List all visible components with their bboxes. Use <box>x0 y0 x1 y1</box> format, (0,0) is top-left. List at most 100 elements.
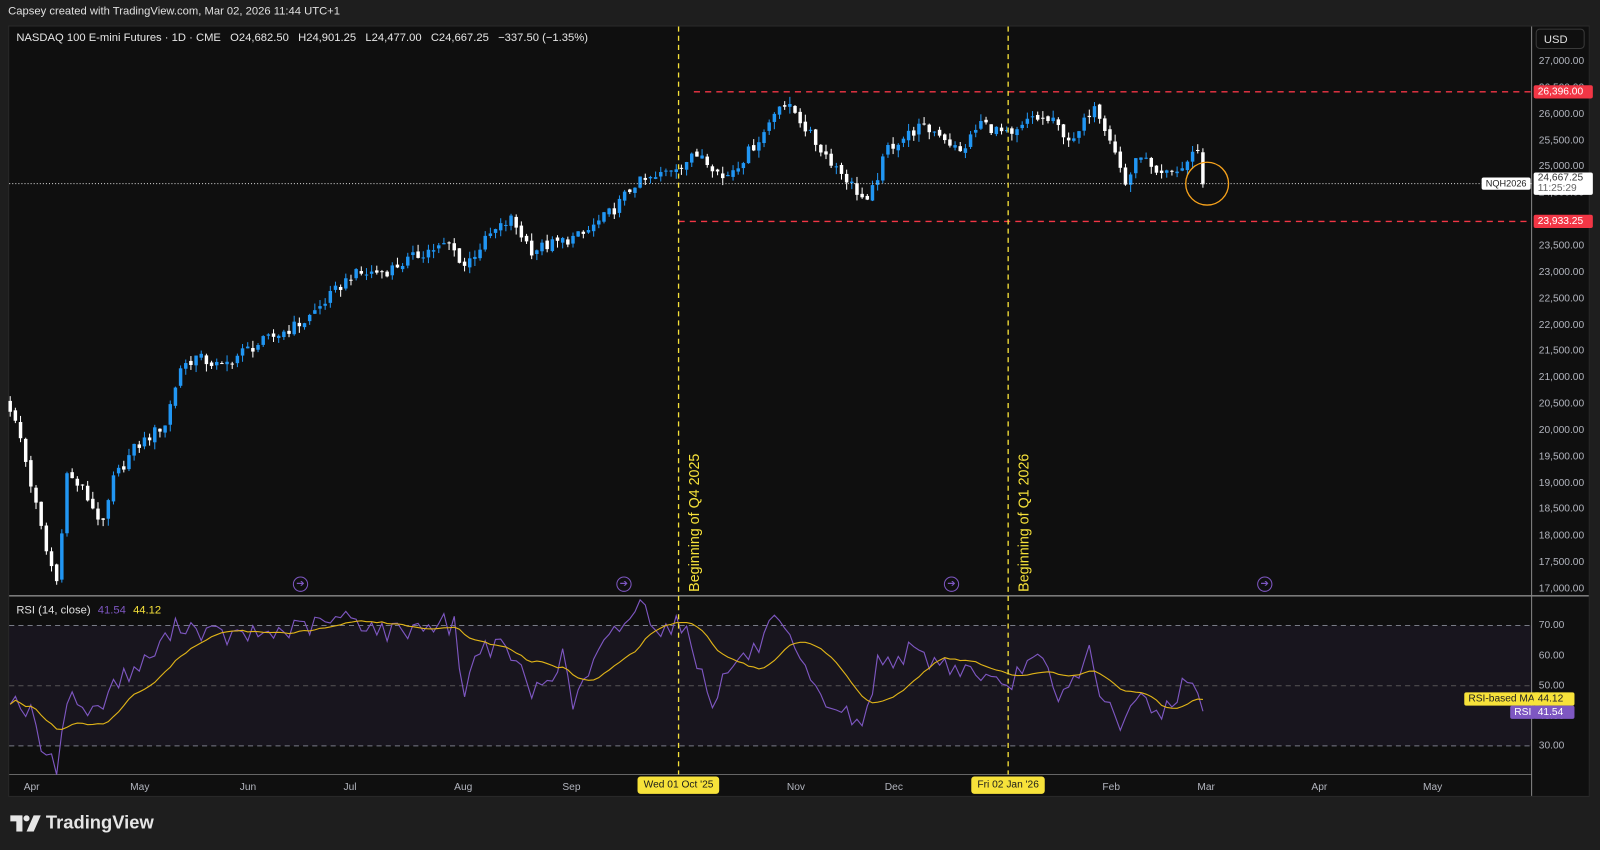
candle-bearish[interactable] <box>1097 104 1102 119</box>
candle-bearish[interactable] <box>679 167 684 169</box>
candle-bullish[interactable] <box>1072 138 1076 141</box>
candle-bullish[interactable] <box>994 126 999 135</box>
candle-bearish[interactable] <box>927 124 931 133</box>
candle-bullish[interactable] <box>199 353 203 358</box>
chart-plot[interactable] <box>0 0 1600 850</box>
candle-bullish[interactable] <box>653 177 658 179</box>
candle-bullish[interactable] <box>607 208 611 215</box>
candle-bullish[interactable] <box>168 404 172 425</box>
candle-bearish[interactable] <box>13 410 18 421</box>
candle-bearish[interactable] <box>989 124 993 134</box>
candle-bearish[interactable] <box>715 169 720 172</box>
candle-bearish[interactable] <box>209 362 214 366</box>
candle-bearish[interactable] <box>1061 124 1066 138</box>
candle-bullish[interactable] <box>669 170 673 172</box>
candle-bearish[interactable] <box>85 485 90 501</box>
candle-bullish[interactable] <box>163 425 167 433</box>
candle-bearish[interactable] <box>1035 114 1040 120</box>
candle-bullish[interactable] <box>406 256 410 266</box>
candle-bullish[interactable] <box>411 252 415 256</box>
q4-annotation[interactable]: Beginning of Q4 2025 <box>686 454 702 592</box>
candle-bearish[interactable] <box>447 242 451 244</box>
candle-bullish[interactable] <box>214 361 219 366</box>
candle-bullish[interactable] <box>65 473 69 534</box>
candle-bullish[interactable] <box>473 256 477 259</box>
candle-bullish[interactable] <box>767 122 771 131</box>
candle-bullish[interactable] <box>478 249 482 259</box>
candle-bearish[interactable] <box>1159 170 1164 174</box>
candle-bullish[interactable] <box>240 348 245 356</box>
candle-bullish[interactable] <box>328 290 333 303</box>
candle-bearish[interactable] <box>204 355 209 365</box>
candle-bearish[interactable] <box>395 264 400 268</box>
candle-bearish[interactable] <box>230 363 234 365</box>
candle-bullish[interactable] <box>741 163 746 169</box>
candle-bullish[interactable] <box>178 368 183 386</box>
candle-bearish[interactable] <box>813 129 818 145</box>
candle-bearish[interactable] <box>80 484 85 486</box>
candle-bullish[interactable] <box>60 533 64 580</box>
candle-bullish[interactable] <box>1092 106 1097 118</box>
candle-bullish[interactable] <box>602 212 606 222</box>
q1-annotation[interactable]: Beginning of Q1 2026 <box>1015 454 1031 592</box>
candle-bearish[interactable] <box>824 151 828 155</box>
candle-bearish[interactable] <box>251 347 255 352</box>
candle-bullish[interactable] <box>901 138 906 143</box>
candle-bullish[interactable] <box>111 475 116 502</box>
candle-bullish[interactable] <box>953 145 957 148</box>
candle-bullish[interactable] <box>142 437 147 447</box>
candle-bullish[interactable] <box>684 162 689 170</box>
candle-bullish[interactable] <box>648 176 653 179</box>
candle-bullish[interactable] <box>540 242 544 252</box>
candle-bearish[interactable] <box>912 130 916 136</box>
candle-bullish[interactable] <box>560 238 565 243</box>
candle-bullish[interactable] <box>1180 168 1184 171</box>
candle-bearish[interactable] <box>855 183 859 195</box>
candle-bullish[interactable] <box>364 274 369 276</box>
candle-bullish[interactable] <box>333 285 338 290</box>
candle-bearish[interactable] <box>1066 137 1071 141</box>
candle-bearish[interactable] <box>122 466 126 470</box>
candle-bullish[interactable] <box>1165 170 1169 173</box>
candle-bullish[interactable] <box>1025 118 1030 124</box>
contract-roll-icon[interactable]: ➔ <box>943 576 960 592</box>
candle-bullish[interactable] <box>638 176 642 188</box>
candle-bullish[interactable] <box>467 258 472 268</box>
candle-bearish[interactable] <box>18 422 23 439</box>
candle-bearish[interactable] <box>948 139 952 146</box>
candle-bullish[interactable] <box>313 310 317 314</box>
candle-bearish[interactable] <box>705 156 709 166</box>
candle-bearish[interactable] <box>287 330 291 334</box>
candle-bullish[interactable] <box>1144 157 1148 159</box>
candle-bullish[interactable] <box>153 427 157 443</box>
candle-bearish[interactable] <box>44 525 49 552</box>
candle-bullish[interactable] <box>276 335 281 339</box>
candle-bullish[interactable] <box>1030 116 1035 118</box>
symbol-legend[interactable]: NASDAQ 100 E-mini Futures · 1D · CME O24… <box>16 32 594 44</box>
candle-bullish[interactable] <box>597 220 601 225</box>
candle-bearish[interactable] <box>70 472 74 479</box>
candle-bearish[interactable] <box>375 270 379 273</box>
candle-bullish[interactable] <box>633 187 637 193</box>
candle-bullish[interactable] <box>1051 117 1055 122</box>
candle-bullish[interactable] <box>746 146 751 164</box>
candle-bearish[interactable] <box>189 360 193 365</box>
candle-bullish[interactable] <box>483 235 487 250</box>
candle-bullish[interactable] <box>1128 174 1133 185</box>
candle-bearish[interactable] <box>720 173 725 179</box>
candle-bullish[interactable] <box>344 278 348 289</box>
candle-bearish[interactable] <box>271 333 276 337</box>
candle-bullish[interactable] <box>1185 161 1190 171</box>
candle-bullish[interactable] <box>184 363 188 369</box>
candle-bullish[interactable] <box>225 361 229 365</box>
candle-bullish[interactable] <box>622 191 627 201</box>
candle-bearish[interactable] <box>297 322 302 327</box>
candle-bearish[interactable] <box>958 146 962 152</box>
candle-bearish[interactable] <box>158 428 162 432</box>
candle-bearish[interactable] <box>751 145 756 151</box>
candle-bullish[interactable] <box>690 153 694 163</box>
candle-bearish[interactable] <box>1010 128 1014 134</box>
candle-bullish[interactable] <box>535 250 539 255</box>
candle-bearish[interactable] <box>612 208 617 215</box>
candle-bullish[interactable] <box>664 170 668 172</box>
